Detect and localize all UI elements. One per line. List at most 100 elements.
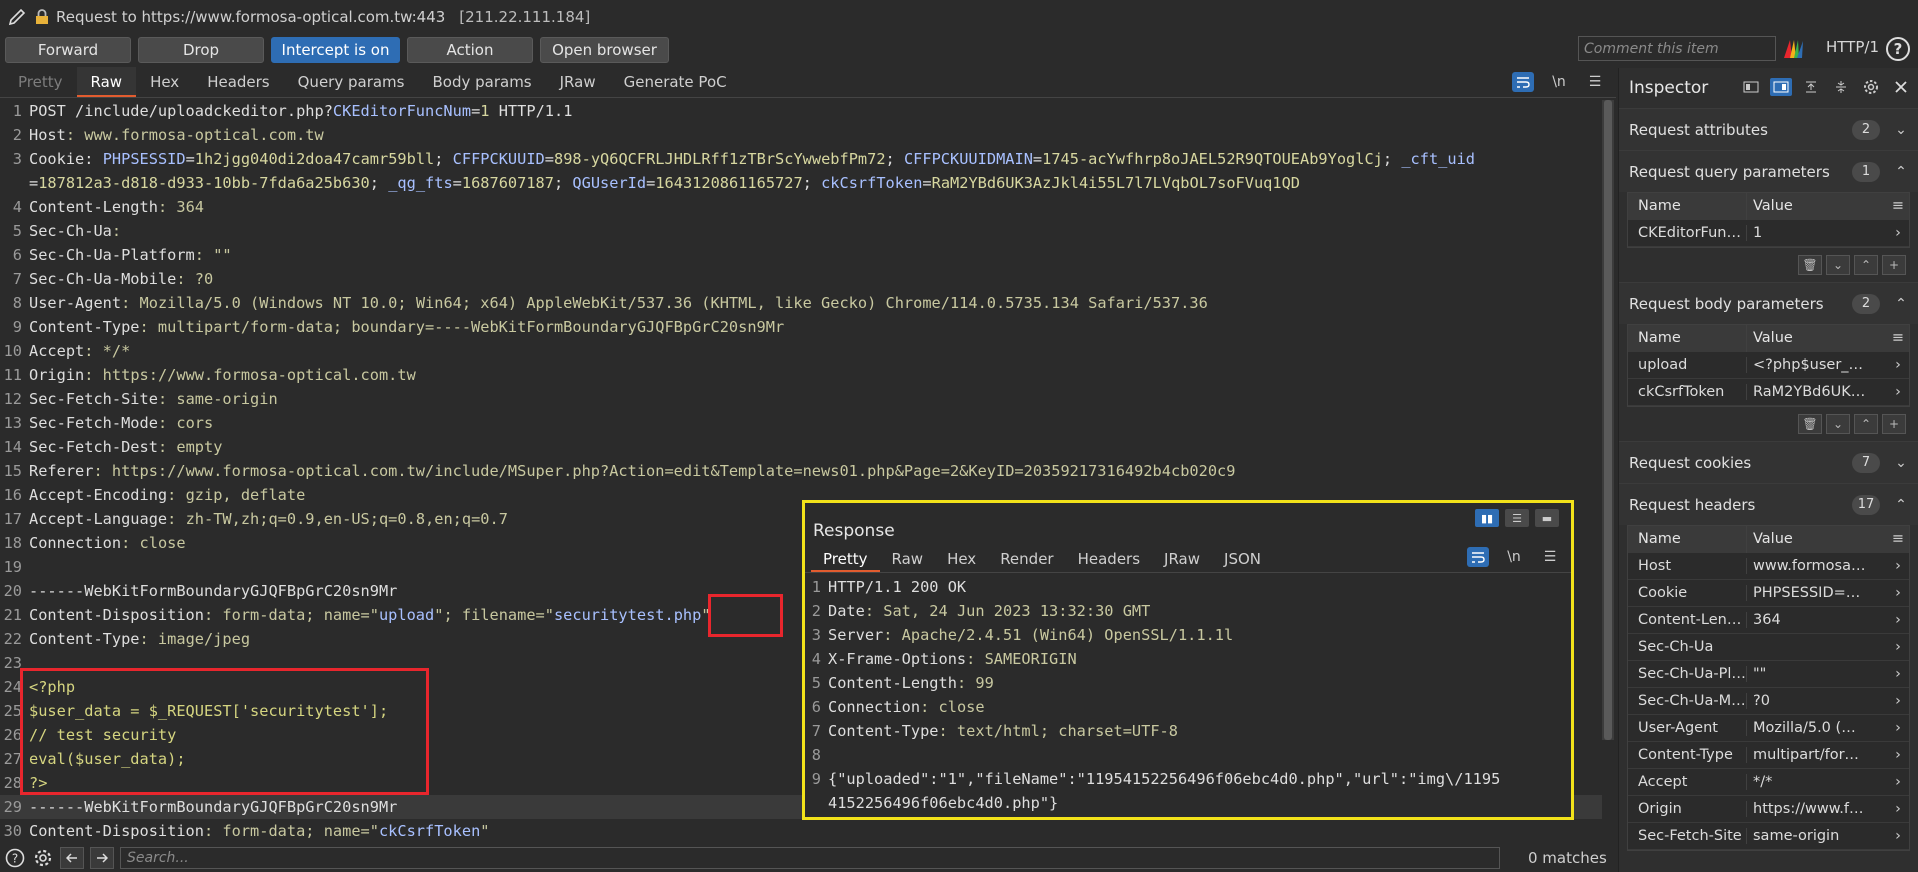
forward-button[interactable]: Forward — [5, 37, 131, 63]
chevron-right-icon[interactable]: › — [1887, 585, 1909, 601]
help-circle-icon[interactable]: ? — [4, 847, 26, 869]
chevron-right-icon[interactable]: › — [1887, 747, 1909, 763]
action-button[interactable]: Action — [407, 37, 533, 63]
chevron-right-icon[interactable]: › — [1887, 801, 1909, 817]
chevron-right-icon[interactable]: › — [1887, 357, 1909, 373]
table-row[interactable]: Content-Length 364 › — [1628, 607, 1909, 634]
newline-toggle-icon[interactable]: \n — [1548, 72, 1570, 92]
param-value: "" — [1746, 666, 1868, 682]
code-token: : "" — [194, 246, 232, 264]
table-row[interactable]: CKEditorFuncN...1 › — [1628, 220, 1909, 247]
collapse-all-icon[interactable] — [1830, 78, 1852, 96]
tab-jraw[interactable]: JRaw — [1152, 546, 1212, 572]
table-row[interactable]: Sec-Ch-Ua › — [1628, 634, 1909, 661]
chevron-right-icon[interactable]: › — [1887, 666, 1909, 682]
column-menu-icon[interactable]: ≡ — [1887, 198, 1909, 214]
newline-toggle-icon[interactable]: \n — [1503, 547, 1525, 567]
http-version-label[interactable]: HTTP/1 — [1826, 38, 1879, 56]
add-icon[interactable]: + — [1882, 255, 1906, 275]
move-up-icon[interactable]: ⌃ — [1854, 255, 1878, 275]
chevron-right-icon[interactable]: › — [1887, 558, 1909, 574]
tab-render[interactable]: Render — [988, 546, 1065, 572]
expand-all-icon[interactable] — [1800, 78, 1822, 96]
table-row[interactable]: Origin https://www.fo... › — [1628, 796, 1909, 823]
menu-icon[interactable]: ☰ — [1584, 72, 1606, 92]
tab-pretty[interactable]: Pretty — [811, 546, 880, 572]
tab-query-params[interactable]: Query params — [284, 67, 419, 97]
table-row[interactable]: Sec-Fetch-Site same-origin › — [1628, 823, 1909, 850]
section-request-headers[interactable]: Request headers 17 ⌃ — [1619, 483, 1918, 525]
response-editor[interactable]: 1 HTTP/1.1 200 OK 2 Date: Sat, 24 Jun 2023 … — [805, 575, 1571, 817]
section-request-attributes[interactable]: Request attributes 2 ⌄ — [1619, 108, 1918, 150]
tab-headers[interactable]: Headers — [193, 67, 283, 97]
table-row[interactable]: Accept */* › — [1628, 769, 1909, 796]
section-request-cookies[interactable]: Request cookies 7 ⌄ — [1619, 441, 1918, 483]
editor-scrollbar-thumb[interactable] — [1604, 100, 1612, 740]
highlight-color-icon[interactable] — [1782, 38, 1806, 60]
section-request-query-params[interactable]: Request query parameters 1 ⌃ — [1619, 150, 1918, 192]
close-icon[interactable] — [1890, 78, 1912, 96]
tab-json[interactable]: JSON — [1212, 546, 1273, 572]
code-token: Connection — [29, 534, 122, 552]
chevron-up-icon[interactable]: ⌃ — [1894, 296, 1908, 312]
chevron-right-icon[interactable]: › — [1887, 720, 1909, 736]
tab-hex[interactable]: Hex — [935, 546, 988, 572]
chevron-right-icon[interactable]: › — [1887, 828, 1909, 844]
table-row[interactable]: Cookie PHPSESSID=1h... › — [1628, 580, 1909, 607]
tab-headers[interactable]: Headers — [1066, 546, 1152, 572]
chevron-right-icon[interactable]: › — [1887, 639, 1909, 655]
tab-hex[interactable]: Hex — [136, 67, 193, 97]
previous-match-button[interactable] — [60, 847, 84, 869]
table-row[interactable]: upload <?php$user_d... › — [1628, 352, 1909, 379]
chevron-right-icon[interactable]: › — [1887, 612, 1909, 628]
intercept-toggle-button[interactable]: Intercept is on — [271, 37, 400, 63]
table-row[interactable]: Content-Type multipart/form... › — [1628, 742, 1909, 769]
delete-icon[interactable]: 🗑 — [1798, 414, 1822, 434]
layout-split-vertical-icon[interactable]: ▮▮ — [1475, 509, 1499, 527]
chevron-up-icon[interactable]: ⌃ — [1894, 164, 1908, 180]
column-menu-icon[interactable]: ≡ — [1887, 531, 1909, 547]
table-row[interactable]: ckCsrfToken RaM2YBd6UK3... › — [1628, 379, 1909, 406]
chevron-right-icon[interactable]: › — [1887, 774, 1909, 790]
move-up-icon[interactable]: ⌃ — [1854, 414, 1878, 434]
inspector-settings-icon[interactable] — [1860, 78, 1882, 96]
layout-left-icon[interactable] — [1740, 78, 1762, 96]
open-browser-button[interactable]: Open browser — [540, 37, 669, 63]
search-input[interactable]: Search... — [120, 847, 1500, 869]
chevron-right-icon[interactable]: › — [1887, 225, 1909, 241]
chevron-down-icon[interactable]: ⌄ — [1894, 455, 1908, 471]
tab-raw[interactable]: Raw — [880, 546, 936, 572]
column-menu-icon[interactable]: ≡ — [1887, 330, 1909, 346]
next-match-button[interactable] — [90, 847, 114, 869]
tab-jraw[interactable]: JRaw — [546, 67, 610, 97]
tab-pretty[interactable]: Pretty — [4, 67, 77, 97]
tab-generate-poc[interactable]: Generate PoC — [610, 67, 741, 97]
move-down-icon[interactable]: ⌄ — [1826, 255, 1850, 275]
drop-button[interactable]: Drop — [138, 37, 264, 63]
pretty-print-icon[interactable] — [1512, 72, 1534, 92]
table-row[interactable]: Host www.formosa-... › — [1628, 553, 1909, 580]
comment-input[interactable]: Comment this item — [1578, 36, 1776, 61]
layout-split-horizontal-icon[interactable]: ☰ — [1505, 509, 1529, 527]
tab-raw[interactable]: Raw — [76, 67, 137, 97]
layout-tabs-icon[interactable]: ▬ — [1535, 509, 1559, 527]
chevron-up-icon[interactable]: ⌃ — [1894, 497, 1908, 513]
table-row[interactable]: Sec-Ch-Ua-Mo... ?0 › — [1628, 688, 1909, 715]
move-down-icon[interactable]: ⌄ — [1826, 414, 1850, 434]
help-icon[interactable]: ? — [1886, 37, 1910, 61]
section-request-body-params[interactable]: Request body parameters 2 ⌃ — [1619, 282, 1918, 324]
menu-icon[interactable]: ☰ — [1539, 547, 1561, 567]
pretty-print-icon[interactable] — [1467, 547, 1489, 567]
param-value: ?0 — [1746, 693, 1868, 709]
table-row[interactable]: Sec-Ch-Ua-Plat..."" › — [1628, 661, 1909, 688]
delete-icon[interactable]: 🗑 — [1798, 255, 1822, 275]
settings-gear-icon[interactable] — [32, 847, 54, 869]
chevron-right-icon[interactable]: › — [1887, 384, 1909, 400]
chevron-right-icon[interactable]: › — [1887, 693, 1909, 709]
pencil-icon[interactable] — [6, 6, 28, 28]
chevron-down-icon[interactable]: ⌄ — [1894, 122, 1908, 138]
table-row[interactable]: User-Agent Mozilla/5.0 (Wi... › — [1628, 715, 1909, 742]
add-icon[interactable]: + — [1882, 414, 1906, 434]
tab-body-params[interactable]: Body params — [418, 67, 545, 97]
layout-right-icon[interactable] — [1770, 78, 1792, 96]
